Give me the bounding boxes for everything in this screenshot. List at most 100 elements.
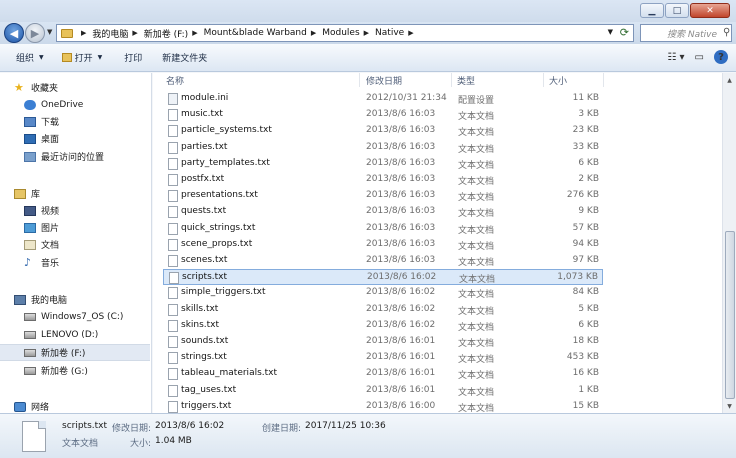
text-file-icon: [168, 303, 178, 316]
organize-button[interactable]: 组织 ▼: [16, 51, 44, 64]
vertical-scrollbar[interactable]: ▲ ▼: [722, 73, 736, 413]
column-header-name[interactable]: 名称: [166, 73, 184, 87]
nav-libraries[interactable]: 库: [14, 185, 151, 202]
arrow-left-icon: ◀: [9, 26, 19, 40]
file-row[interactable]: postfx.txt 2013/8/6 16:03 文本文档 2 KB: [163, 172, 603, 188]
file-name: quick_strings.txt: [181, 222, 256, 233]
file-type: 配置设置: [458, 96, 495, 106]
breadcrumb-drive-f[interactable]: 新加卷 (F:): [144, 27, 188, 40]
file-type: 文本文档: [458, 306, 495, 317]
nav-music[interactable]: ♪ 音乐: [24, 254, 151, 271]
nav-videos[interactable]: 视频: [24, 202, 151, 219]
chevron-right-icon[interactable]: ▶: [81, 29, 86, 37]
search-icon[interactable]: ⚲: [723, 27, 730, 38]
file-row[interactable]: module.ini 2012/10/31 21:34 配置设置 11 KB: [163, 91, 603, 107]
refresh-icon[interactable]: ⟳: [620, 26, 629, 39]
column-divider[interactable]: [603, 73, 604, 87]
file-row[interactable]: scripts.txt 2013/8/6 16:02 文本文档 1,073 KB: [163, 269, 603, 286]
nav-favorites[interactable]: ★ 收藏夹: [14, 79, 151, 96]
close-button[interactable]: ✕: [690, 3, 730, 18]
file-row[interactable]: presentations.txt 2013/8/6 16:03 文本文档 276 K…: [163, 188, 603, 204]
file-row[interactable]: skills.txt 2013/8/6 16:02 文本文档 5 KB: [163, 302, 603, 318]
documents-icon: [24, 239, 36, 250]
chevron-down-icon[interactable]: ▼: [608, 28, 613, 36]
chevron-right-icon[interactable]: ▶: [408, 29, 413, 37]
forward-button[interactable]: ▶: [25, 23, 45, 43]
breadcrumb-modules[interactable]: Modules: [322, 28, 359, 38]
chevron-right-icon[interactable]: ▶: [311, 29, 316, 37]
back-button[interactable]: ◀: [4, 23, 24, 43]
minimize-button[interactable]: ▁: [640, 3, 664, 18]
maximize-button[interactable]: □: [665, 3, 689, 18]
recent-pages-dropdown[interactable]: ▼: [47, 28, 52, 36]
file-row[interactable]: tag_uses.txt 2013/8/6 16:01 文本文档 1 KB: [163, 383, 603, 399]
drive-icon: [24, 312, 36, 321]
new-folder-button[interactable]: 新建文件夹: [162, 51, 207, 64]
print-button[interactable]: 打印: [124, 51, 142, 64]
column-header-type[interactable]: 类型: [457, 73, 475, 87]
chevron-right-icon[interactable]: ▶: [192, 29, 197, 37]
nav-documents[interactable]: 文档: [24, 236, 151, 253]
address-bar[interactable]: ▶ 我的电脑 ▶ 新加卷 (F:) ▶ Mount&blade Warband …: [56, 24, 634, 42]
file-row[interactable]: scenes.txt 2013/8/6 16:03 文本文档 97 KB: [163, 253, 603, 269]
file-date: 2013/8/6 16:01: [366, 384, 436, 395]
file-row[interactable]: quick_strings.txt 2013/8/6 16:03 文本文档 57 KB: [163, 221, 603, 237]
column-divider[interactable]: [543, 73, 544, 87]
chevron-right-icon[interactable]: ▶: [364, 29, 369, 37]
file-row[interactable]: simple_triggers.txt 2013/8/6 16:02 文本文档 84 …: [163, 285, 603, 301]
nav-drive-g[interactable]: 新加卷 (G:): [24, 362, 151, 379]
nav-drive-f[interactable]: 新加卷 (F:): [0, 344, 150, 361]
scrollbar-thumb[interactable]: [725, 231, 735, 399]
column-divider[interactable]: [359, 73, 360, 87]
file-name: simple_triggers.txt: [181, 287, 266, 298]
nav-downloads[interactable]: 下载: [24, 113, 151, 130]
column-header-size[interactable]: 大小: [549, 73, 567, 87]
nav-computer[interactable]: 我的电脑: [14, 291, 151, 308]
file-row[interactable]: scene_props.txt 2013/8/6 16:03 文本文档 94 KB: [163, 237, 603, 253]
view-options-icon[interactable]: ☷ ▾: [667, 52, 684, 63]
nav-network[interactable]: 网络: [14, 398, 151, 413]
help-icon[interactable]: ?: [714, 50, 728, 64]
file-row[interactable]: particle_systems.txt 2013/8/6 16:03 文本文档 23…: [163, 123, 603, 139]
scroll-up-icon[interactable]: ▲: [723, 73, 736, 87]
text-file-icon: [168, 174, 178, 186]
breadcrumb-warband[interactable]: Mount&blade Warband: [204, 28, 307, 38]
file-type: 文本文档: [458, 225, 495, 236]
file-row[interactable]: sounds.txt 2013/8/6 16:01 文本文档 18 KB: [163, 334, 603, 350]
text-file-icon: [168, 222, 178, 235]
search-input[interactable]: 搜索 Native ⚲: [640, 24, 732, 42]
nav-desktop[interactable]: 桌面: [24, 130, 151, 147]
file-row[interactable]: skins.txt 2013/8/6 16:02 文本文档 6 KB: [163, 318, 603, 334]
nav-recent-places[interactable]: 最近访问的位置: [24, 148, 151, 165]
file-row[interactable]: music.txt 2013/8/6 16:03 文本文档 3 KB: [163, 107, 603, 123]
recent-places-icon: [24, 151, 36, 162]
preview-pane-icon[interactable]: ▭: [695, 52, 704, 63]
computer-icon: [14, 294, 26, 305]
nav-drive-c[interactable]: Windows7_OS (C:): [24, 308, 151, 325]
text-file-icon: [168, 141, 178, 154]
chevron-right-icon[interactable]: ▶: [132, 29, 137, 37]
file-name: module.ini: [181, 93, 229, 103]
file-date: 2013/8/6 16:03: [366, 190, 436, 201]
breadcrumb-native[interactable]: Native: [375, 28, 404, 38]
file-row[interactable]: tableau_materials.txt 2013/8/6 16:01 文本文档 1…: [163, 366, 603, 382]
text-file-icon: [168, 255, 178, 267]
nav-label: OneDrive: [41, 99, 84, 110]
file-row[interactable]: party_templates.txt 2013/8/6 16:03 文本文档 6 K…: [163, 156, 603, 172]
nav-onedrive[interactable]: OneDrive: [24, 96, 151, 113]
file-row[interactable]: triggers.txt 2013/8/6 16:00 文本文档 15 KB: [163, 399, 603, 413]
open-button[interactable]: 打开 ▼: [61, 51, 102, 64]
nav-pictures[interactable]: 图片: [24, 219, 151, 236]
file-row[interactable]: quests.txt 2013/8/6 16:03 文本文档 9 KB: [163, 204, 603, 220]
details-modified-value: 2013/8/6 16:02: [155, 421, 225, 431]
scroll-down-icon[interactable]: ▼: [723, 399, 736, 413]
breadcrumb-computer[interactable]: 我的电脑: [92, 27, 128, 40]
file-date: 2013/8/6 16:03: [366, 157, 436, 168]
file-row[interactable]: parties.txt 2013/8/6 16:03 文本文档 33 KB: [163, 140, 603, 156]
column-header-date[interactable]: 修改日期: [366, 73, 402, 87]
file-size: 57 KB: [572, 222, 599, 233]
column-divider[interactable]: [451, 73, 452, 87]
nav-drive-d[interactable]: LENOVO (D:): [24, 326, 151, 343]
file-type: 文本文档: [458, 160, 495, 171]
file-row[interactable]: strings.txt 2013/8/6 16:01 文本文档 453 KB: [163, 350, 603, 366]
